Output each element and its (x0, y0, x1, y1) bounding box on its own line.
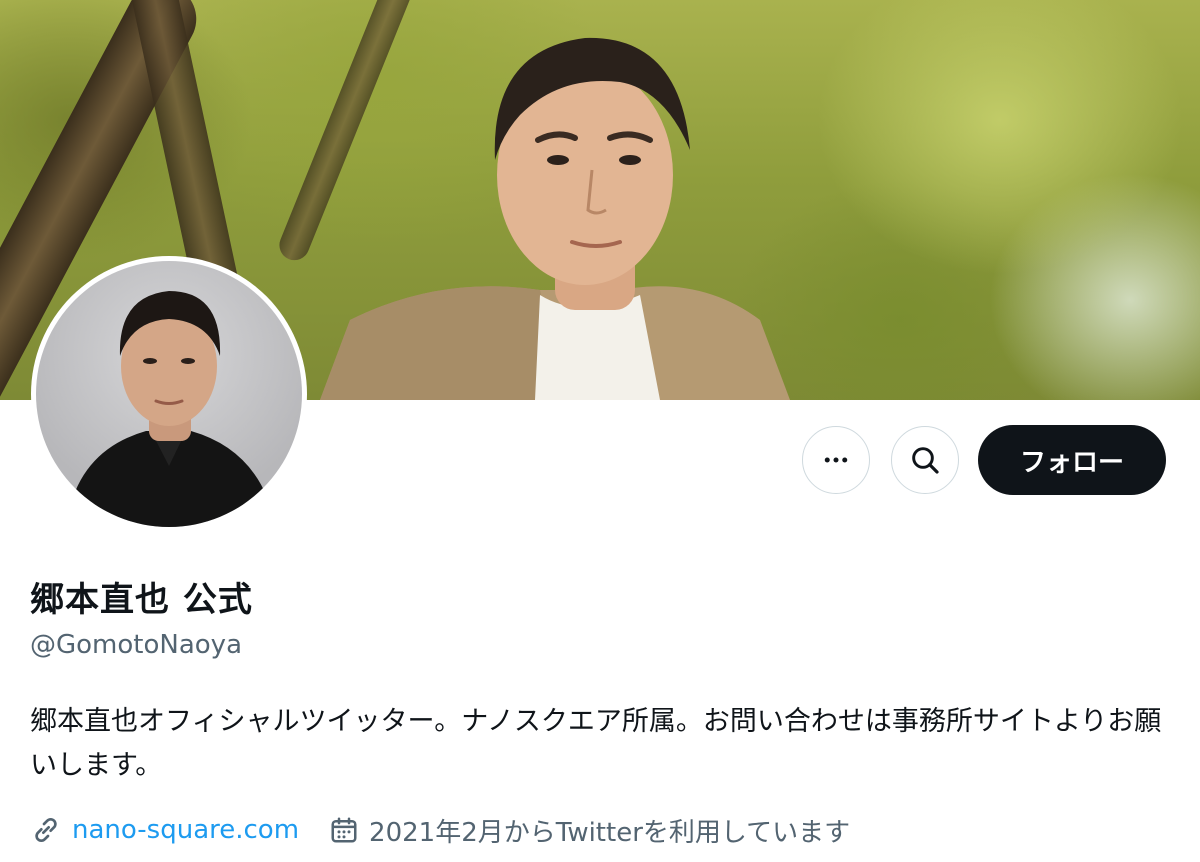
banner-portrait (320, 37, 790, 400)
more-horizontal-icon (824, 457, 848, 463)
profile-avatar[interactable] (31, 256, 307, 532)
profile-bio: 郷本直也オフィシャルツイッター。ナノスクエア所属。お問い合わせは事務所サイトより… (30, 706, 1162, 781)
follow-button[interactable]: フォロー (978, 425, 1166, 495)
joined-item: 2021年2月からTwitterを利用しています (329, 812, 850, 849)
display-name: 郷本直也 公式 (30, 580, 253, 620)
avatar-photo (66, 291, 276, 527)
website-item: nano-square.com (30, 814, 299, 846)
search-profile-button[interactable] (891, 426, 959, 494)
more-options-button[interactable] (802, 426, 870, 494)
search-icon (912, 447, 939, 474)
user-handle: @GomotoNaoya (30, 630, 242, 660)
profile-meta: nano-square.com 2021年2月からTwitterを利用しています (30, 810, 880, 850)
calendar-icon (331, 817, 357, 843)
link-icon (35, 817, 57, 843)
joined-date: 2021年2月からTwitterを利用しています (369, 817, 851, 848)
website-link[interactable]: nano-square.com (72, 815, 299, 845)
